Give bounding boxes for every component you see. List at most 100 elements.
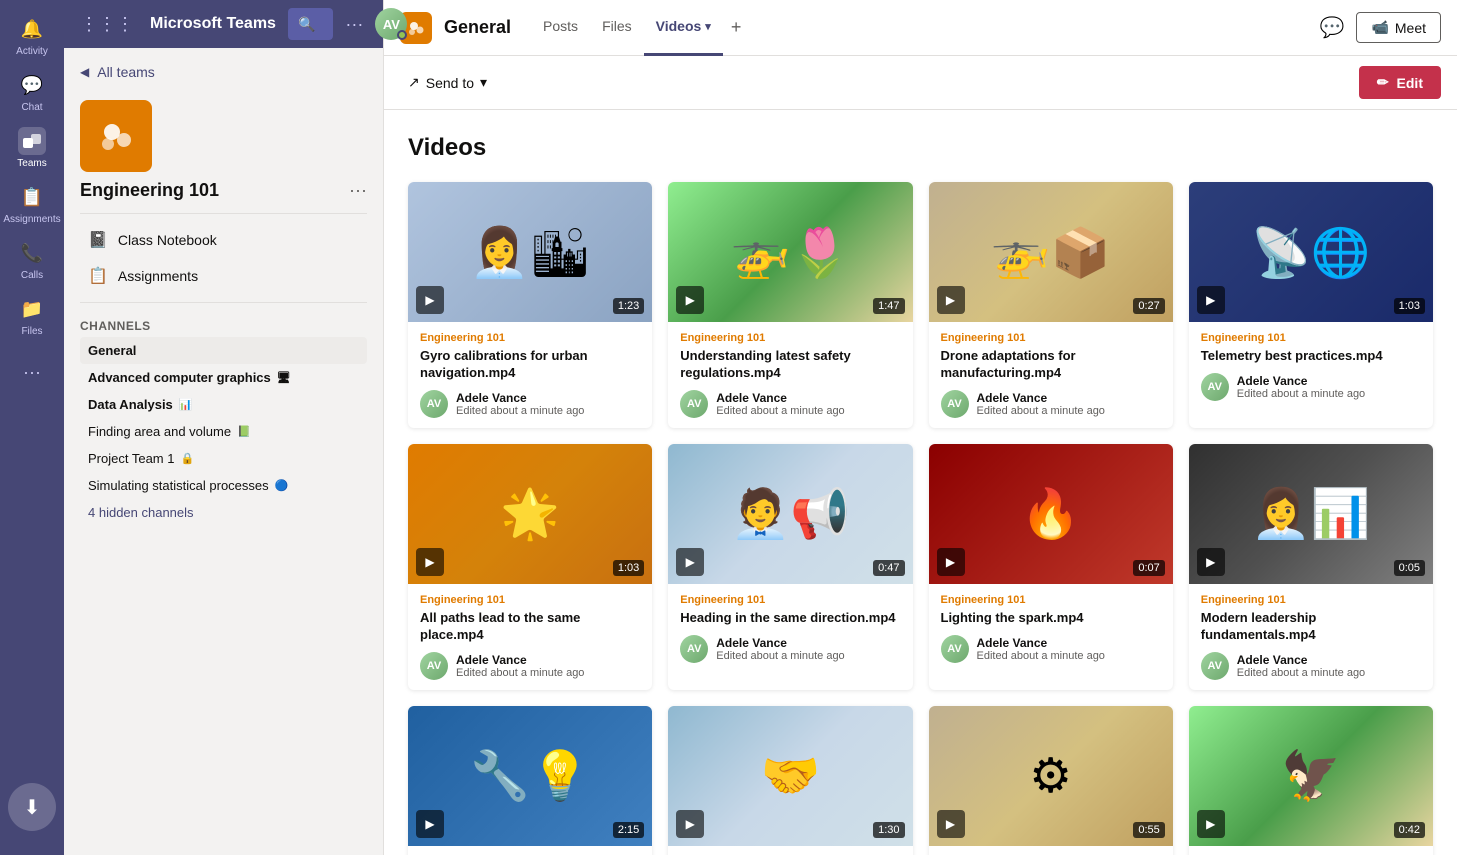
video-thumb: 🦅 ▶ 0:42 <box>1189 706 1433 846</box>
play-button[interactable]: ▶ <box>416 810 444 838</box>
play-button[interactable]: ▶ <box>676 810 704 838</box>
video-duration: 0:42 <box>1394 822 1425 838</box>
channel-tabs: Posts Files Videos ▾ + <box>531 0 749 56</box>
channel-area-volume[interactable]: Finding area and volume 📗 <box>80 418 367 445</box>
more-icon: ··· <box>18 358 46 386</box>
video-card[interactable]: ⚙ ▶ 0:55 Engineering 101 Advanced system… <box>929 706 1173 855</box>
back-arrow-icon: ◀ <box>80 65 89 79</box>
search-icon: 🔍 <box>298 16 315 33</box>
author-info: Adele Vance Edited about a minute ago <box>977 636 1105 662</box>
download-button[interactable]: ⬇ <box>8 783 56 831</box>
author-time: Edited about a minute ago <box>977 650 1105 662</box>
app-title: Microsoft Teams <box>150 15 276 33</box>
video-card[interactable]: 🦅 ▶ 0:42 Engineering 101 Project plannin… <box>1189 706 1433 855</box>
video-duration: 1:03 <box>613 560 644 576</box>
author-name: Adele Vance <box>1237 653 1365 667</box>
channel-data-analysis-badge: 📊 <box>179 398 193 411</box>
nav-assignments-label: Assignments <box>3 214 60 225</box>
channel-project-team[interactable]: Project Team 1 🔒 <box>80 445 367 472</box>
topbar: ⋮⋮⋮ Microsoft Teams 🔍 ··· AV <box>64 0 383 48</box>
channel-advanced-cg[interactable]: Advanced computer graphics 🖥 <box>80 364 367 391</box>
video-author: AV Adele Vance Edited about a minute ago <box>1201 652 1421 680</box>
add-tab-button[interactable]: + <box>723 17 750 38</box>
video-card[interactable]: 📡🌐 ▶ 1:03 Engineering 101 Telemetry best… <box>1189 182 1433 428</box>
video-info: Engineering 101 Lighting the spark.mp4 A… <box>929 584 1173 673</box>
video-card[interactable]: 👩‍💼📊 ▶ 0:05 Engineering 101 Modern leade… <box>1189 444 1433 690</box>
video-card[interactable]: 🚁📦 ▶ 0:27 Engineering 101 Drone adaptati… <box>929 182 1173 428</box>
author-name: Adele Vance <box>977 391 1105 405</box>
video-duration: 0:07 <box>1133 560 1164 576</box>
video-info: Engineering 101 Telemetry best practices… <box>1189 322 1433 411</box>
channel-simulating-badge: 🔵 <box>275 479 289 492</box>
video-info: Engineering 101 Heading in the same dire… <box>668 584 912 673</box>
video-card[interactable]: 👩‍💼🏙 ▶ 1:23 Engineering 101 Gyro calibra… <box>408 182 652 428</box>
search-bar[interactable]: 🔍 <box>288 8 333 40</box>
video-info: Engineering 101 Project planning essenti… <box>1189 846 1433 855</box>
channel-project-team-label: Project Team 1 <box>88 451 174 466</box>
class-notebook-nav[interactable]: 📓 Class Notebook <box>80 222 367 258</box>
play-button[interactable]: ▶ <box>1197 810 1225 838</box>
team-menu-button[interactable]: ··· <box>349 180 367 201</box>
play-button[interactable]: ▶ <box>937 548 965 576</box>
team-logo <box>80 100 152 172</box>
video-card[interactable]: 🚁🌷 ▶ 1:47 Engineering 101 Understanding … <box>668 182 912 428</box>
edit-icon: ✏ <box>1377 74 1389 91</box>
avatar[interactable]: AV <box>375 8 407 40</box>
video-duration: 1:47 <box>873 298 904 314</box>
nav-assignments[interactable]: 📋 Assignments <box>0 176 64 232</box>
chat-icon-button[interactable]: 💬 <box>1320 15 1345 40</box>
video-card[interactable]: 🤝 ▶ 1:30 Engineering 101 Team collaborat… <box>668 706 912 855</box>
play-button[interactable]: ▶ <box>416 286 444 314</box>
video-name: Telemetry best practices.mp4 <box>1201 348 1421 365</box>
channel-simulating[interactable]: Simulating statistical processes 🔵 <box>80 472 367 499</box>
play-button[interactable]: ▶ <box>676 286 704 314</box>
video-duration: 2:15 <box>613 822 644 838</box>
video-card[interactable]: 🧑‍💼📢 ▶ 0:47 Engineering 101 Heading in t… <box>668 444 912 690</box>
topbar-more-icon[interactable]: ··· <box>345 14 363 35</box>
topbar-grid-icon[interactable]: ⋮⋮⋮ <box>80 14 134 35</box>
send-to-button[interactable]: ↗ Send to ▾ <box>400 70 495 95</box>
meet-button[interactable]: 📹 Meet <box>1356 12 1441 43</box>
back-to-all-teams[interactable]: ◀ All teams <box>64 48 383 88</box>
play-button[interactable]: ▶ <box>937 810 965 838</box>
videos-area[interactable]: Videos 👩‍💼🏙 ▶ 1:23 Engineering 101 Gyro … <box>384 110 1457 855</box>
nav-calls[interactable]: 📞 Calls <box>0 232 64 288</box>
play-button[interactable]: ▶ <box>676 548 704 576</box>
channel-data-analysis[interactable]: Data Analysis 📊 <box>80 391 367 418</box>
channel-project-team-badge: 🔒 <box>180 452 194 465</box>
channel-area-volume-badge: 📗 <box>237 425 251 438</box>
edit-button[interactable]: ✏ Edit <box>1359 66 1441 99</box>
author-info: Adele Vance Edited about a minute ago <box>456 391 584 417</box>
play-button[interactable]: ▶ <box>1197 286 1225 314</box>
tab-files[interactable]: Files <box>590 0 644 56</box>
channel-data-analysis-label: Data Analysis <box>88 397 173 412</box>
author-avatar: AV <box>680 635 708 663</box>
author-avatar: AV <box>420 390 448 418</box>
all-teams-label: All teams <box>97 64 155 80</box>
nav-sidebar: 🔔 Activity 💬 Chat Teams 📋 Assignments 📞 … <box>0 0 64 855</box>
video-card[interactable]: 🌟 ▶ 1:03 Engineering 101 All paths lead … <box>408 444 652 690</box>
nav-teams[interactable]: Teams <box>0 120 64 176</box>
play-button[interactable]: ▶ <box>937 286 965 314</box>
video-card[interactable]: 🔧💡 ▶ 2:15 Engineering 101 Introduction t… <box>408 706 652 855</box>
nav-files[interactable]: 📁 Files <box>0 288 64 344</box>
nav-chat[interactable]: 💬 Chat <box>0 64 64 120</box>
tab-videos[interactable]: Videos ▾ <box>644 0 723 56</box>
video-name: Lighting the spark.mp4 <box>941 610 1161 627</box>
play-button[interactable]: ▶ <box>1197 548 1225 576</box>
video-card[interactable]: 🔥 ▶ 0:07 Engineering 101 Lighting the sp… <box>929 444 1173 690</box>
video-name: Gyro calibrations for urban navigation.m… <box>420 348 640 382</box>
video-duration: 0:47 <box>873 560 904 576</box>
assignments-nav-label: Assignments <box>118 268 198 284</box>
nav-more[interactable]: ··· <box>0 344 64 400</box>
hidden-channels[interactable]: 4 hidden channels <box>80 499 367 526</box>
author-name: Adele Vance <box>1237 374 1365 388</box>
assignments-nav[interactable]: 📋 Assignments <box>80 258 367 294</box>
nav-activity[interactable]: 🔔 Activity <box>0 8 64 64</box>
video-thumb: 🧑‍💼📢 ▶ 0:47 <box>668 444 912 584</box>
play-button[interactable]: ▶ <box>416 548 444 576</box>
video-name: Modern leadership fundamentals.mp4 <box>1201 610 1421 644</box>
video-duration: 0:27 <box>1133 298 1164 314</box>
tab-posts[interactable]: Posts <box>531 0 590 56</box>
channel-general[interactable]: General <box>80 337 367 364</box>
